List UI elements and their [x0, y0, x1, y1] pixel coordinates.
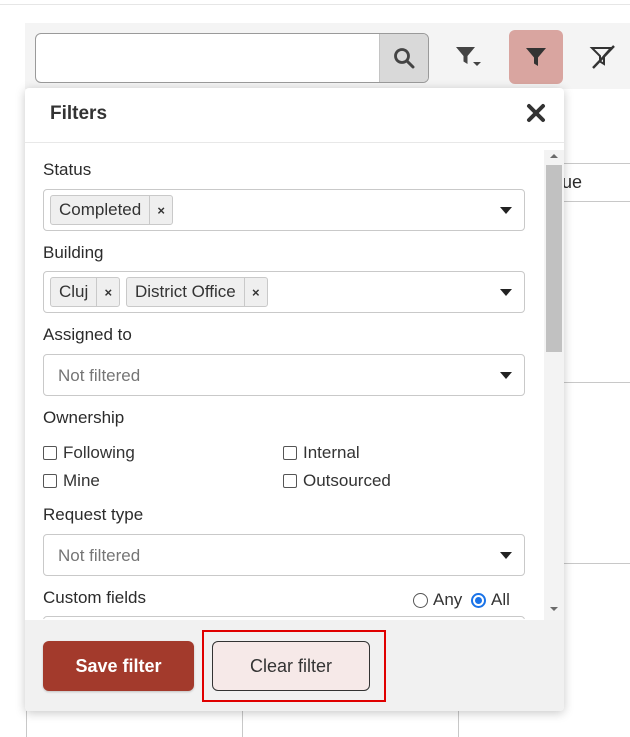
assigned-to-select[interactable]: Not filtered — [43, 354, 525, 396]
panel-title: Filters — [50, 103, 108, 124]
remove-tag-button[interactable]: × — [96, 278, 119, 306]
building-tag: Cluj × — [50, 277, 121, 307]
search-input[interactable] — [36, 34, 379, 82]
chevron-down-icon — [500, 207, 512, 214]
panel-header: Filters — [25, 88, 564, 143]
search-icon — [394, 48, 415, 69]
custom-fields-select[interactable] — [43, 616, 525, 619]
table-row-divider — [560, 563, 630, 564]
radio-label: All — [491, 590, 510, 609]
custom-fields-any-radio[interactable]: Any — [413, 590, 462, 610]
clear-filter-toolbar-button[interactable] — [576, 30, 630, 84]
assigned-to-label: Assigned to — [43, 325, 132, 344]
chevron-down-icon — [500, 372, 512, 379]
status-label: Status — [43, 160, 92, 179]
filter-options-button[interactable] — [442, 30, 496, 84]
ownership-outsourced-checkbox[interactable]: Outsourced — [283, 471, 391, 491]
table-column-divider — [26, 711, 27, 737]
checkbox[interactable] — [283, 474, 297, 488]
save-filter-button[interactable]: Save filter — [43, 641, 194, 691]
scroll-down-arrow-icon[interactable] — [549, 605, 559, 613]
tag-label: Cluj — [59, 282, 89, 301]
remove-tag-button[interactable]: × — [243, 278, 267, 306]
tag-label: District Office — [135, 282, 236, 301]
building-label: Building — [43, 243, 104, 262]
search-box — [35, 33, 429, 83]
scrollbar-thumb[interactable] — [546, 165, 562, 352]
panel-body: Status Completed × Building Cluj × Distr… — [25, 144, 564, 619]
table-row-divider — [560, 382, 630, 383]
filter-icon — [526, 48, 546, 66]
checkbox-label: Following — [63, 443, 135, 462]
table-column-divider — [242, 711, 243, 737]
filter-clear-icon — [589, 45, 615, 69]
table-border — [560, 201, 630, 202]
custom-fields-label: Custom fields — [43, 588, 146, 607]
checkbox[interactable] — [43, 474, 57, 488]
table-column-divider — [458, 711, 459, 737]
ownership-following-checkbox[interactable]: Following — [43, 443, 135, 463]
checkbox-label: Outsourced — [303, 471, 391, 490]
checkbox[interactable] — [283, 446, 297, 460]
remove-tag-button[interactable]: × — [149, 196, 172, 224]
request-type-label: Request type — [43, 505, 144, 524]
status-select[interactable]: Completed × — [43, 189, 525, 231]
scroll-up-arrow-icon[interactable] — [549, 152, 559, 160]
filter-toggle-button[interactable] — [509, 30, 563, 84]
radio-button[interactable] — [471, 592, 486, 608]
checkbox-label: Internal — [303, 443, 360, 462]
column-header-partial: ue — [562, 172, 583, 192]
ownership-internal-checkbox[interactable]: Internal — [283, 443, 360, 463]
filters-panel: Filters Status Completed × Building Cluj… — [25, 88, 564, 711]
table-border — [560, 163, 630, 164]
building-tag: District Office × — [126, 277, 268, 307]
custom-fields-all-radio[interactable]: All — [471, 590, 510, 610]
select-placeholder: Not filtered — [58, 366, 141, 385]
ownership-mine-checkbox[interactable]: Mine — [43, 471, 100, 491]
chevron-down-icon — [500, 552, 512, 559]
highlight-box — [202, 630, 386, 702]
close-button[interactable] — [525, 102, 547, 124]
chevron-down-icon — [500, 289, 512, 296]
status-tag: Completed × — [50, 195, 174, 225]
ownership-label: Ownership — [43, 408, 125, 427]
checkbox-label: Mine — [63, 471, 100, 490]
radio-label: Any — [433, 590, 463, 609]
tag-label: Completed — [59, 200, 142, 219]
checkbox[interactable] — [43, 446, 57, 460]
close-icon — [527, 104, 545, 122]
request-type-select[interactable]: Not filtered — [43, 534, 525, 576]
search-button[interactable] — [379, 34, 428, 82]
top-divider — [0, 4, 630, 5]
filter-dropdown-icon — [456, 47, 481, 66]
building-select[interactable]: Cluj × District Office × — [43, 271, 525, 313]
radio-button[interactable] — [413, 592, 428, 608]
select-placeholder: Not filtered — [58, 546, 141, 565]
